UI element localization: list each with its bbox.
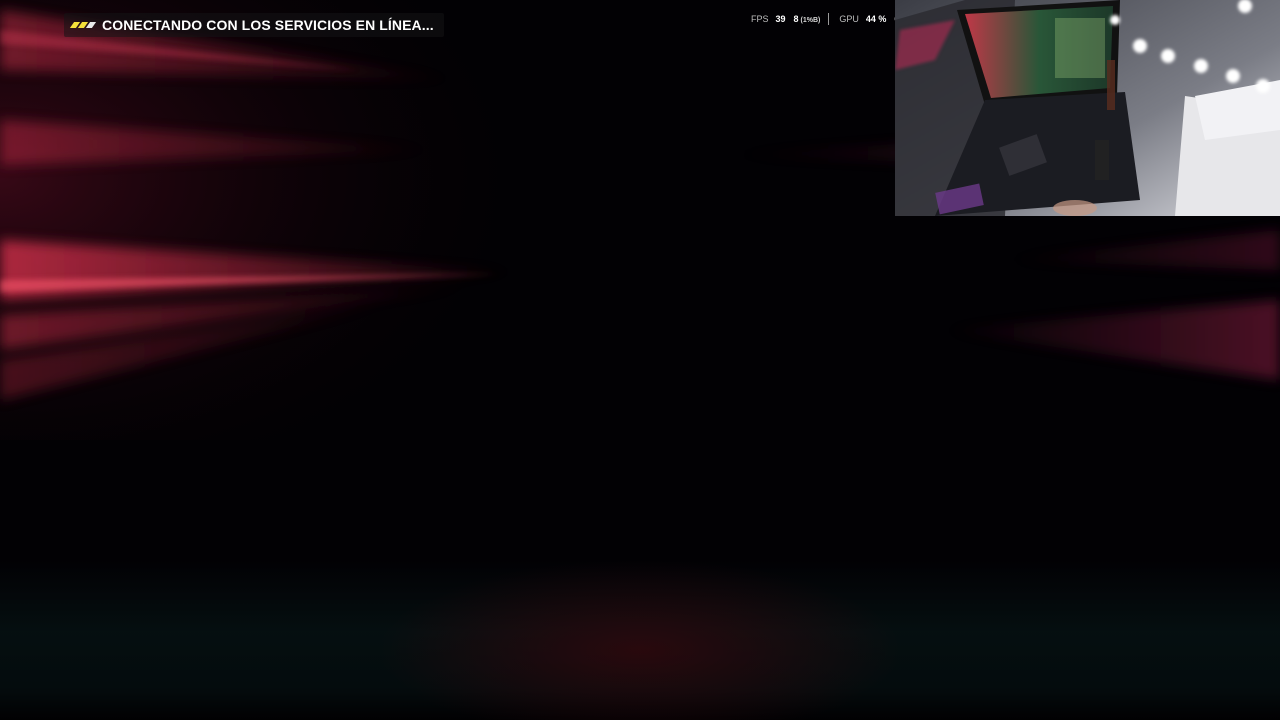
perf-divider bbox=[828, 13, 830, 25]
webcam-feed bbox=[895, 0, 1280, 216]
online-status-banner: CONECTANDO CON LOS SERVICIOS EN LÍNEA... bbox=[64, 13, 444, 37]
status-message: CONECTANDO CON LOS SERVICIOS EN LÍNEA... bbox=[102, 17, 434, 33]
gpu-value: 44 % bbox=[865, 14, 887, 24]
loading-stripes-icon bbox=[69, 22, 97, 28]
frametime-sub: (1%B) bbox=[800, 17, 821, 24]
performance-overlay: FPS 39 8(1%B) GPU 44 % 6 bbox=[751, 12, 907, 26]
frametime-value: 8 (1%B) bbox=[794, 14, 821, 24]
game-screen: CONECTANDO CON LOS SERVICIOS EN LÍNEA...… bbox=[0, 0, 1280, 720]
fps-label: FPS bbox=[751, 14, 769, 24]
gpu-label: GPU bbox=[839, 14, 859, 24]
floor-glow bbox=[0, 560, 1280, 720]
webcam-overlay bbox=[895, 0, 1280, 216]
fps-value: 39 bbox=[775, 14, 786, 24]
frametime-number: 8 bbox=[793, 14, 799, 24]
